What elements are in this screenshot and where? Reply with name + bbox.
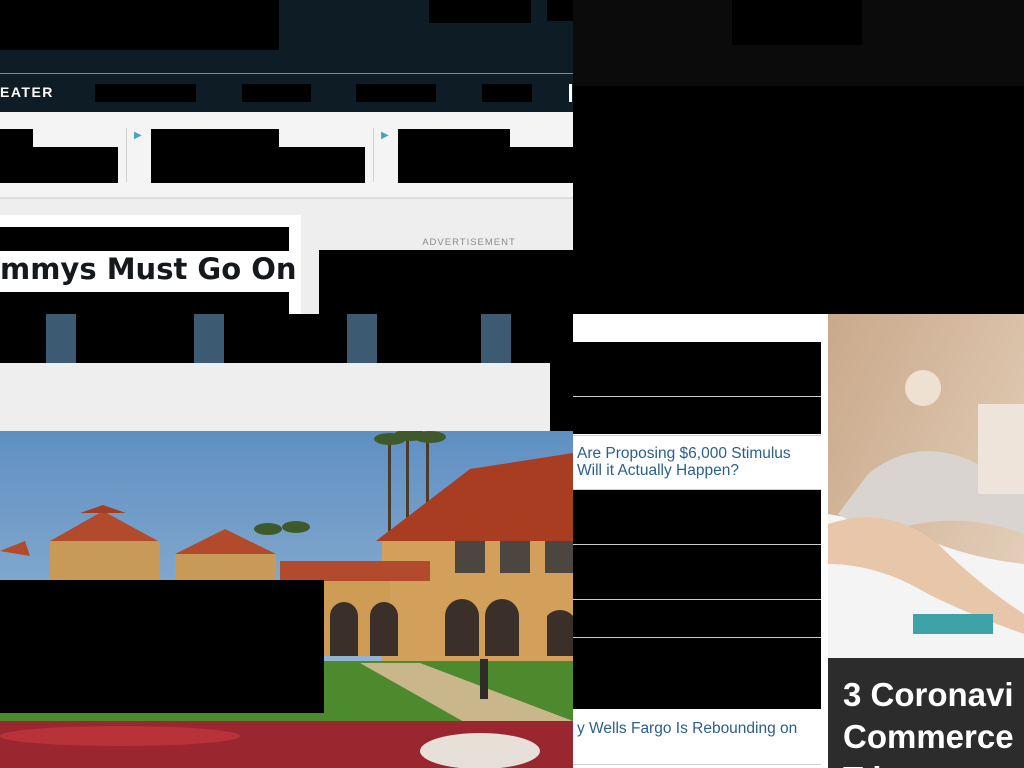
content-gap bbox=[0, 363, 573, 431]
promo-divider bbox=[126, 128, 127, 182]
list-separator bbox=[573, 435, 821, 436]
related-story-link[interactable]: Are Proposing $6,000 Stimulus bbox=[577, 445, 791, 462]
band-item-redacted[interactable] bbox=[76, 314, 194, 363]
article-headline[interactable]: mmys Must Go On bbox=[0, 252, 297, 286]
promo-text-redacted[interactable] bbox=[151, 147, 365, 183]
article-subhead-redacted[interactable] bbox=[0, 292, 289, 314]
caption-line: Commerce bbox=[843, 718, 1014, 755]
top-right-item[interactable] bbox=[732, 0, 862, 45]
band-item-redacted[interactable] bbox=[377, 314, 481, 363]
caption-line: 3 Coronavi bbox=[843, 676, 1014, 713]
promo-text-redacted[interactable] bbox=[0, 147, 118, 183]
related-story-redacted[interactable] bbox=[573, 545, 821, 599]
promo-text-redacted[interactable] bbox=[0, 129, 33, 147]
promo-divider bbox=[373, 128, 374, 182]
photo-caption-redacted[interactable] bbox=[0, 580, 324, 713]
related-story-redacted[interactable] bbox=[573, 490, 821, 544]
top-right-item[interactable] bbox=[597, 0, 727, 22]
related-story-redacted[interactable] bbox=[573, 397, 821, 434]
video-overlay-redacted[interactable] bbox=[573, 86, 1024, 314]
play-icon: ▶ bbox=[381, 130, 389, 141]
advertisement-slot[interactable] bbox=[319, 250, 573, 314]
related-story-redacted[interactable] bbox=[573, 342, 821, 396]
side-tab-redacted[interactable] bbox=[550, 363, 573, 431]
nav-item-redacted[interactable] bbox=[482, 84, 532, 102]
nav-item-redacted[interactable] bbox=[95, 84, 196, 102]
caption-line: T l t bbox=[843, 758, 1014, 768]
nav-item-theater[interactable]: EATER bbox=[0, 84, 54, 100]
nav-search-toggle[interactable] bbox=[569, 84, 572, 102]
advertisement-label: ADVERTISEMENT bbox=[422, 237, 516, 248]
site-logo-redacted[interactable] bbox=[0, 0, 279, 50]
related-story-redacted[interactable] bbox=[573, 638, 821, 709]
related-story-link[interactable]: y Wells Fargo Is Rebounding on bbox=[577, 720, 797, 737]
header-link-redacted[interactable] bbox=[429, 0, 531, 23]
band-item-redacted[interactable] bbox=[224, 314, 347, 363]
related-story-redacted[interactable] bbox=[573, 600, 821, 637]
band-item-redacted[interactable] bbox=[511, 314, 573, 363]
nav-item-redacted[interactable] bbox=[356, 84, 436, 102]
screen: EATER ▶ ▶ mmys Must Go On ADVERTISEMENT bbox=[0, 0, 1024, 768]
related-story-link[interactable]: Will it Actually Happen? bbox=[577, 462, 739, 479]
promo-text-redacted[interactable] bbox=[398, 147, 573, 183]
play-icon: ▶ bbox=[134, 130, 142, 141]
nav-item-redacted[interactable] bbox=[242, 84, 311, 102]
band-item-redacted[interactable] bbox=[0, 314, 46, 363]
promo-text-redacted[interactable] bbox=[398, 129, 510, 147]
sponsored-tile-headline[interactable]: 3 Coronavi Commerce T l t bbox=[843, 674, 1014, 768]
promo-text-redacted[interactable] bbox=[151, 129, 279, 147]
list-separator bbox=[573, 764, 821, 765]
article-kicker-redacted[interactable] bbox=[0, 227, 289, 251]
